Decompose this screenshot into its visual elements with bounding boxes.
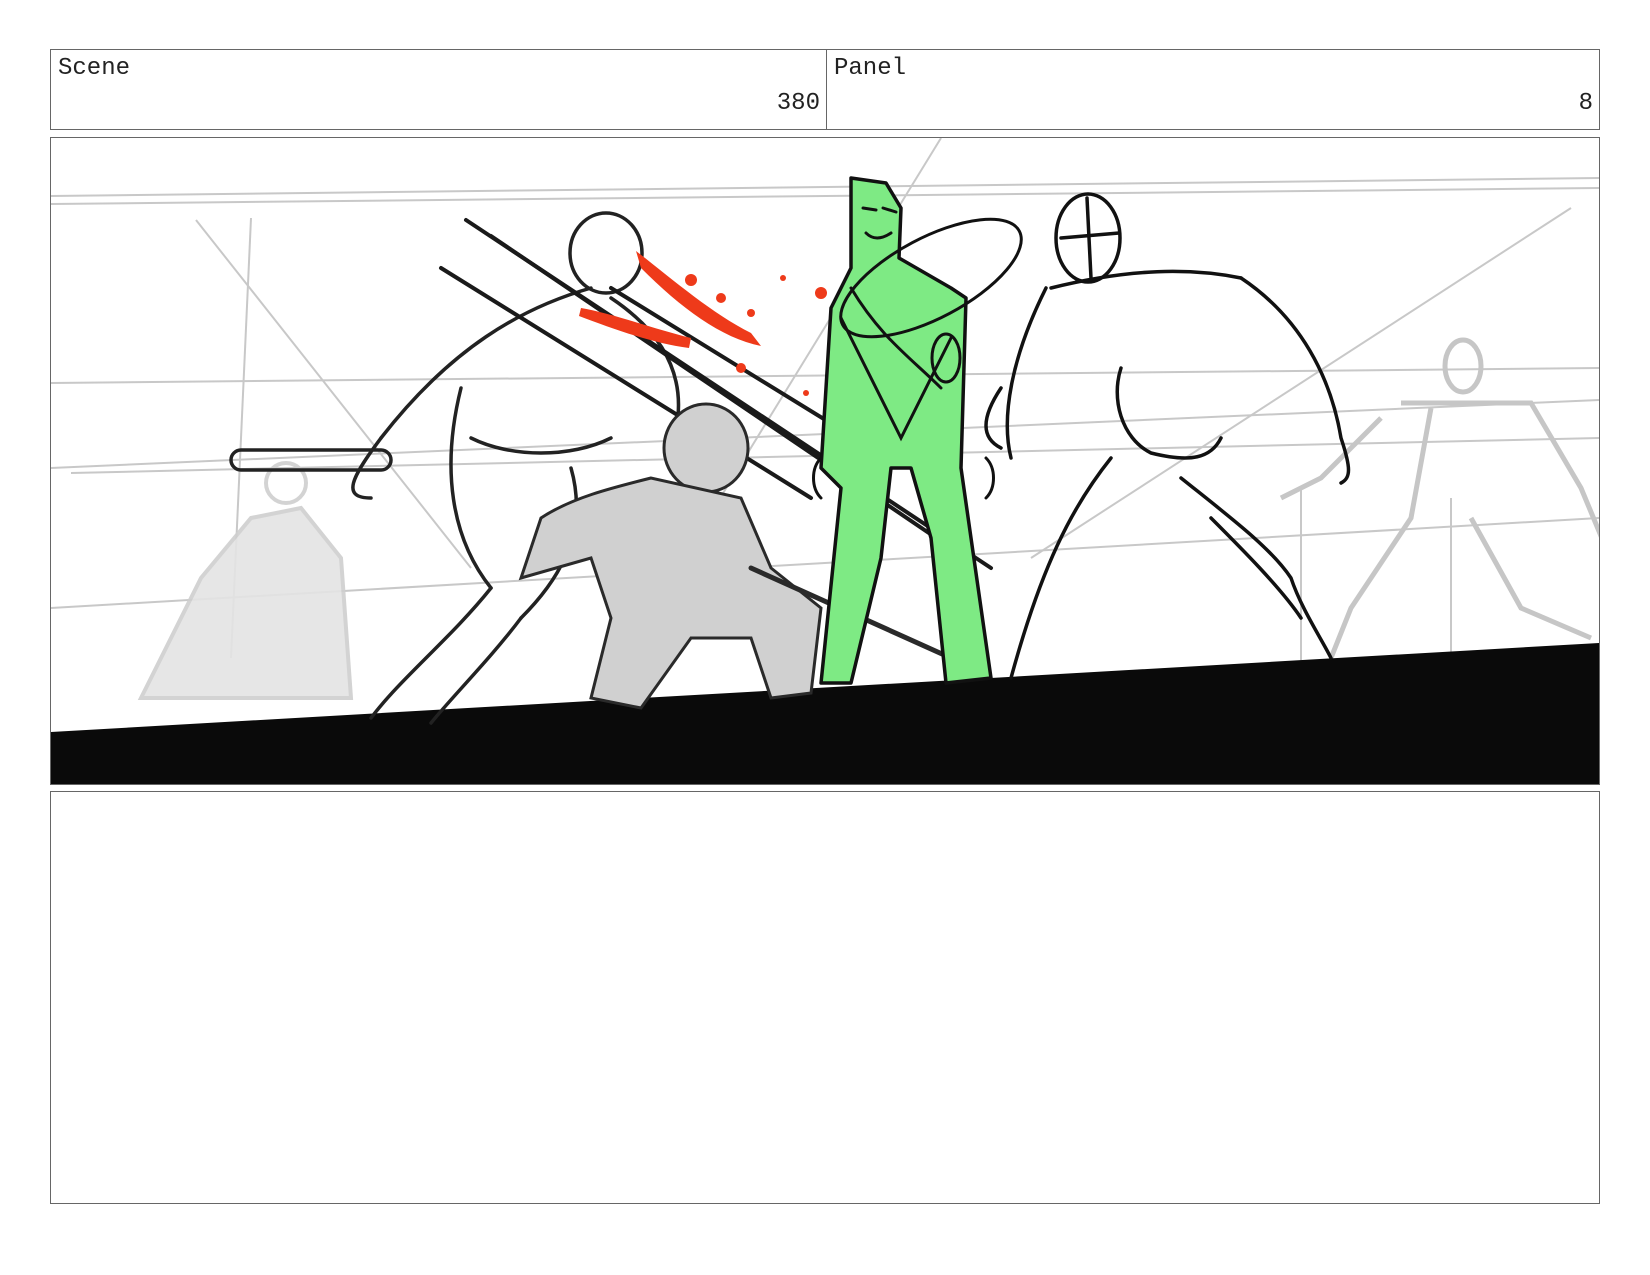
storyboard-frame bbox=[50, 137, 1600, 785]
right-fighter-figure bbox=[984, 192, 1351, 680]
background-figure-left bbox=[137, 461, 354, 700]
scene-cell: Scene 380 bbox=[51, 50, 827, 129]
sketch-artwork bbox=[51, 138, 1599, 784]
scene-number: 380 bbox=[776, 90, 820, 117]
storyboard-header: Scene 380 Panel 8 bbox=[50, 49, 1600, 130]
panel-label: Panel bbox=[834, 55, 907, 82]
blood-splatter bbox=[579, 251, 827, 396]
scene-label: Scene bbox=[58, 55, 131, 82]
panel-cell: Panel 8 bbox=[827, 50, 1599, 129]
notes-box bbox=[50, 791, 1600, 1204]
hero-figure-green bbox=[812, 176, 1023, 685]
panel-number: 8 bbox=[1578, 90, 1593, 117]
